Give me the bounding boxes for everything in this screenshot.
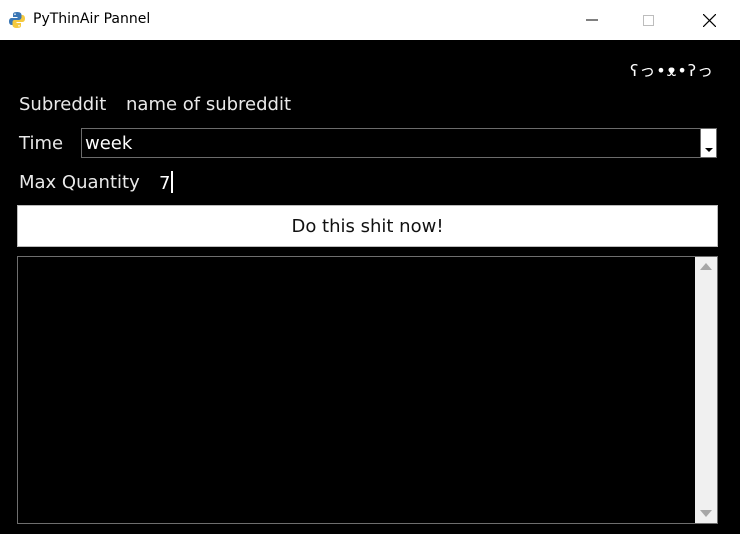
python-icon xyxy=(9,12,25,28)
scroll-up-icon[interactable] xyxy=(700,263,712,270)
maximize-button[interactable] xyxy=(625,0,671,40)
time-select[interactable]: week xyxy=(81,128,717,158)
time-selected-value: week xyxy=(85,133,133,154)
maximize-icon xyxy=(642,14,654,26)
time-label: Time xyxy=(19,133,64,154)
subreddit-input[interactable]: name of subreddit xyxy=(126,94,291,115)
kaomoji-label: ʕっ•ᴥ•ʔっ xyxy=(630,61,714,80)
max-quantity-input[interactable]: 7 xyxy=(159,171,174,195)
output-textarea[interactable] xyxy=(17,256,718,524)
main-panel: ʕっ•ᴥ•ʔっ Subreddit name of subreddit Time… xyxy=(0,40,740,534)
minimize-button[interactable] xyxy=(569,0,615,40)
title-bar: PyThinAir Pannel xyxy=(0,0,740,40)
scroll-down-icon[interactable] xyxy=(700,510,712,517)
window-title: PyThinAir Pannel xyxy=(33,11,151,27)
chevron-down-icon[interactable] xyxy=(700,129,716,157)
text-caret xyxy=(171,171,174,193)
max-quantity-value: 7 xyxy=(159,173,171,194)
close-button[interactable] xyxy=(686,0,732,40)
subreddit-label: Subreddit xyxy=(19,94,107,115)
run-button[interactable]: Do this shit now! xyxy=(17,205,718,247)
minimize-icon xyxy=(586,19,598,21)
close-icon xyxy=(702,13,716,27)
vertical-scrollbar[interactable] xyxy=(695,257,717,523)
max-quantity-label: Max Quantity xyxy=(19,172,140,193)
